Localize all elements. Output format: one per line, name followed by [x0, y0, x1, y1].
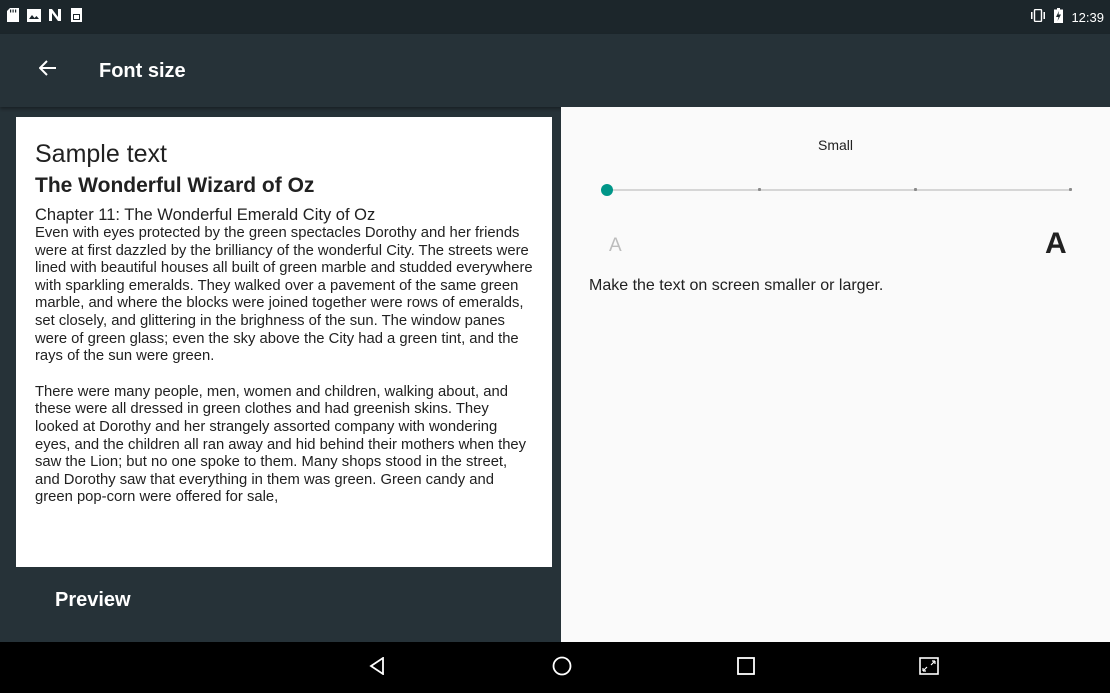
sample-text-heading: Sample text [35, 140, 168, 168]
screen-resize-icon [919, 656, 939, 680]
home-circle-icon [552, 656, 572, 681]
nav-recents-button[interactable] [732, 655, 760, 681]
back-button[interactable] [30, 52, 66, 88]
font-size-slider[interactable] [601, 183, 1072, 197]
image-icon [27, 8, 41, 22]
slider-tick [913, 188, 917, 191]
back-triangle-icon [369, 655, 385, 680]
battery-charging-icon [1054, 8, 1064, 26]
chapter-title: Chapter 11: The Wonderful Emerald City o… [35, 206, 376, 224]
preview-label: Preview [55, 589, 131, 611]
notification-icons [6, 8, 83, 22]
app-bar: Font size [0, 34, 1110, 107]
page-title: Font size [99, 60, 186, 82]
preview-paragraph: There were many people, men, women and c… [35, 383, 527, 506]
nav-resize-button[interactable] [915, 655, 943, 681]
current-size-label: Small [817, 137, 853, 153]
nav-home-button[interactable] [548, 655, 576, 681]
preview-content: Sample text The Wonderful Wizard of Oz C… [16, 117, 552, 507]
sd-card-icon [6, 8, 20, 22]
navigation-bar [0, 642, 1110, 693]
small-text-sample: A [609, 235, 622, 256]
status-time: 12:39 [1071, 9, 1104, 25]
vibrate-icon [1030, 8, 1046, 25]
slider-thumb[interactable] [601, 184, 613, 196]
n-icon [48, 8, 62, 22]
recents-square-icon [737, 656, 755, 680]
font-size-description: Make the text on screen smaller or large… [589, 277, 884, 294]
arrow-back-icon [38, 59, 57, 81]
system-status: 12:39 [1030, 8, 1104, 26]
sim-card-icon [69, 8, 83, 22]
preview-card[interactable]: Sample text The Wonderful Wizard of Oz C… [16, 117, 552, 567]
slider-tick [1069, 188, 1072, 191]
font-size-settings: Small A A Make the text on screen smalle… [561, 107, 1110, 642]
preview-paragraph: Even with eyes protected by the green sp… [35, 225, 533, 365]
slider-track [605, 189, 1071, 191]
nav-back-button[interactable] [363, 655, 391, 681]
book-title: The Wonderful Wizard of Oz [35, 174, 315, 197]
large-text-sample: A [1045, 227, 1067, 260]
status-bar: 12:39 [0, 0, 1110, 34]
